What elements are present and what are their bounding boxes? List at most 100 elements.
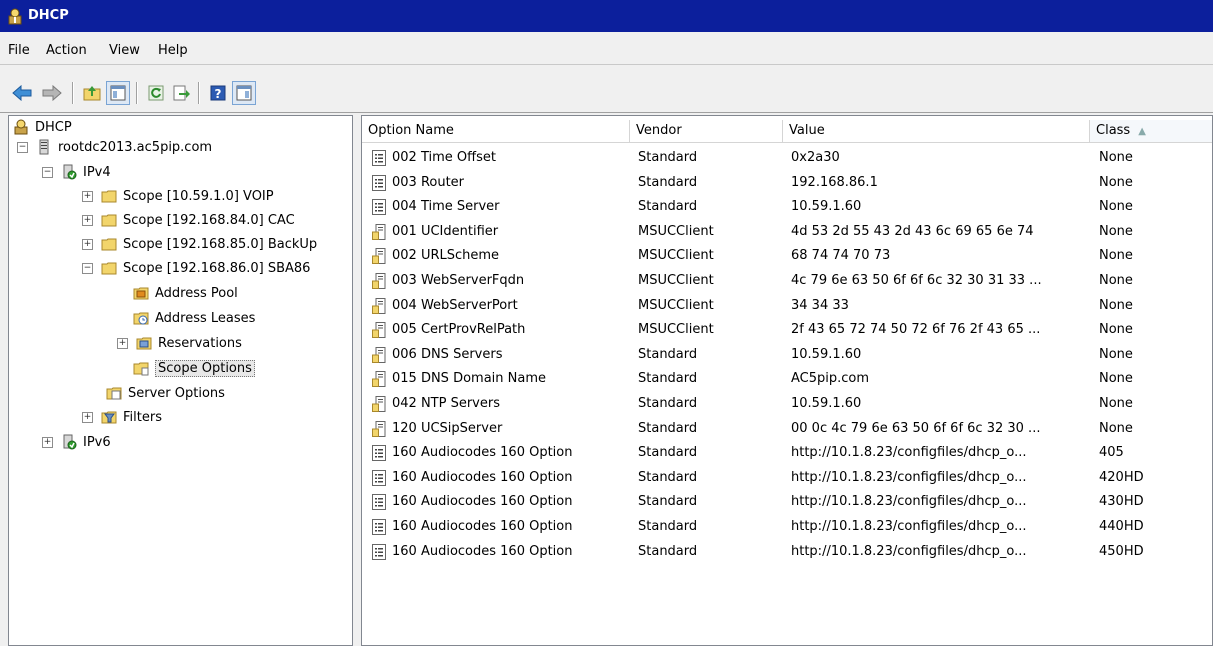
list-row[interactable]: 001 UCIdentifier MSUCClient 4d 53 2d 55 43… bbox=[362, 220, 1212, 244]
tree-item-reservations[interactable]: + Reservations bbox=[117, 332, 242, 354]
expand-icon[interactable]: + bbox=[82, 238, 93, 250]
cell-vendor: Standard bbox=[638, 420, 698, 436]
cell-class: 405 bbox=[1099, 445, 1124, 461]
list-row[interactable]: 005 CertProvRelPath MSUCClient 2f 43 65 72… bbox=[362, 318, 1212, 342]
column-header-value[interactable]: Value bbox=[783, 120, 1090, 142]
expand-icon[interactable]: + bbox=[42, 436, 53, 448]
tree-label: IPv4 bbox=[83, 164, 111, 180]
show-hide-tree-icon[interactable] bbox=[106, 81, 130, 105]
dhcp-icon bbox=[14, 119, 28, 135]
list-row[interactable]: 160 Audiocodes 160 Option Standard http://… bbox=[362, 490, 1212, 514]
show-hide-action-pane-icon[interactable] bbox=[232, 81, 256, 105]
cell-class: 440HD bbox=[1099, 519, 1144, 534]
column-header-class[interactable]: Class ▲ bbox=[1090, 120, 1212, 142]
collapse-icon[interactable]: − bbox=[42, 166, 53, 178]
column-header-option-name[interactable]: Option Name bbox=[362, 120, 630, 142]
list-row[interactable]: 160 Audiocodes 160 Option Standard http://… bbox=[362, 515, 1212, 539]
list-row[interactable]: 120 UCSipServer Standard 00 0c 4c 79 6e 63… bbox=[362, 417, 1212, 441]
tree-item-scope[interactable]: + Scope [10.59.1.0] VOIP bbox=[82, 185, 274, 207]
expand-icon[interactable]: + bbox=[117, 337, 128, 349]
forward-icon[interactable] bbox=[40, 81, 64, 105]
list-row[interactable]: 004 WebServerPort MSUCClient 34 34 33 None bbox=[362, 294, 1212, 318]
cell-class: None bbox=[1099, 346, 1133, 362]
help-icon[interactable]: ? bbox=[206, 81, 230, 105]
column-header-vendor[interactable]: Vendor bbox=[630, 120, 783, 142]
dhcp-window: DHCP File Action View Help ? DHCP − root… bbox=[0, 0, 1213, 646]
expand-icon[interactable]: + bbox=[82, 214, 93, 226]
menu-file[interactable]: File bbox=[8, 43, 30, 58]
tree-item-scope[interactable]: + Scope [192.168.84.0] CAC bbox=[82, 209, 295, 231]
export-list-icon[interactable] bbox=[170, 81, 194, 105]
tree-label: Filters bbox=[123, 409, 162, 425]
cell-class: None bbox=[1099, 322, 1133, 338]
cell-vendor: Standard bbox=[638, 346, 698, 362]
list-row[interactable]: 002 Time Offset Standard 0x2a30 None bbox=[362, 146, 1212, 170]
up-folder-icon[interactable] bbox=[80, 81, 104, 105]
expand-icon[interactable]: + bbox=[82, 411, 93, 423]
collapse-icon[interactable]: − bbox=[17, 141, 28, 153]
tree-item-ipv6[interactable]: + IPv6 bbox=[42, 431, 111, 453]
cell-vendor: Standard bbox=[638, 469, 698, 485]
cell-value: http://10.1.8.23/configfiles/dhcp_o... bbox=[791, 543, 1027, 559]
options-list[interactable]: Option Name Vendor Value Class ▲ 002 Time… bbox=[361, 115, 1213, 646]
cell-class: None bbox=[1099, 248, 1133, 264]
cell-option-name: 002 Time Offset bbox=[392, 150, 496, 165]
list-header: Option Name Vendor Value Class ▲ bbox=[362, 120, 1212, 143]
tree-label: Server Options bbox=[128, 385, 225, 401]
option-icon bbox=[372, 174, 386, 191]
pane-splitter[interactable] bbox=[353, 115, 361, 646]
cell-class: None bbox=[1099, 396, 1133, 411]
option-icon bbox=[372, 150, 386, 166]
scope-option-icon bbox=[372, 346, 386, 363]
option-icon bbox=[372, 494, 386, 511]
option-icon bbox=[372, 199, 386, 216]
collapse-icon[interactable]: − bbox=[82, 262, 93, 274]
server-options-icon bbox=[106, 387, 122, 400]
tree-item-scope[interactable]: + Scope [192.168.85.0] BackUp bbox=[82, 233, 317, 255]
tree-item-ipv4[interactable]: − IPv4 bbox=[42, 161, 111, 183]
tree-item-dhcp[interactable]: DHCP bbox=[13, 116, 72, 138]
back-icon[interactable] bbox=[10, 81, 34, 105]
tree-label-selected: Scope Options bbox=[155, 359, 255, 377]
ipv6-icon bbox=[63, 434, 77, 450]
tree-label: Reservations bbox=[158, 335, 242, 351]
cell-option-name: 003 WebServerFqdn bbox=[392, 273, 525, 288]
cell-option-name: 015 DNS Domain Name bbox=[392, 371, 546, 387]
cell-vendor: Standard bbox=[638, 494, 698, 510]
menu-action[interactable]: Action bbox=[46, 43, 87, 58]
list-row[interactable]: 003 WebServerFqdn MSUCClient 4c 79 6e 63 5… bbox=[362, 269, 1212, 293]
cell-value: http://10.1.8.23/configfiles/dhcp_o... bbox=[791, 494, 1027, 510]
tree-item-scope[interactable]: − Scope [192.168.86.0] SBA86 bbox=[82, 257, 310, 279]
cell-value: 192.168.86.1 bbox=[791, 174, 878, 190]
list-row[interactable]: 042 NTP Servers Standard 10.59.1.60 None bbox=[362, 392, 1212, 416]
list-row[interactable]: 006 DNS Servers Standard 10.59.1.60 None bbox=[362, 343, 1212, 367]
tree-item-scope-options[interactable]: Scope Options bbox=[133, 357, 255, 379]
cell-class: None bbox=[1099, 420, 1133, 436]
refresh-icon[interactable] bbox=[144, 81, 168, 105]
title-bar[interactable]: DHCP bbox=[0, 0, 1213, 32]
address-leases-icon bbox=[133, 312, 149, 325]
tree-item-address-leases[interactable]: Address Leases bbox=[133, 307, 255, 329]
tree-item-address-pool[interactable]: Address Pool bbox=[133, 282, 238, 304]
cell-vendor: Standard bbox=[638, 445, 698, 461]
expand-icon[interactable]: + bbox=[82, 190, 93, 202]
list-row[interactable]: 160 Audiocodes 160 Option Standard http://… bbox=[362, 441, 1212, 465]
list-row[interactable]: 160 Audiocodes 160 Option Standard http://… bbox=[362, 540, 1212, 564]
tree-item-server-options[interactable]: Server Options bbox=[106, 382, 225, 404]
cell-class: None bbox=[1099, 199, 1133, 215]
list-row[interactable]: 160 Audiocodes 160 Option Standard http://… bbox=[362, 466, 1212, 490]
list-row[interactable]: 015 DNS Domain Name Standard AC5pip.com Non… bbox=[362, 367, 1212, 391]
list-row[interactable]: 004 Time Server Standard 10.59.1.60 None bbox=[362, 195, 1212, 219]
menu-view[interactable]: View bbox=[109, 43, 140, 58]
tree-item-filters[interactable]: + Filters bbox=[82, 406, 162, 428]
tree-item-server[interactable]: − rootdc2013.ac5pip.com bbox=[17, 136, 212, 158]
cell-value: 4c 79 6e 63 50 6f 6f 6c 32 30 31 33 ... bbox=[791, 273, 1042, 288]
folder-icon bbox=[101, 190, 117, 203]
list-row[interactable]: 002 URLScheme MSUCClient 68 74 74 70 73 Non… bbox=[362, 244, 1212, 268]
menu-help[interactable]: Help bbox=[158, 43, 188, 58]
console-tree[interactable]: DHCP − rootdc2013.ac5pip.com − IPv4 + Sc… bbox=[8, 115, 353, 646]
list-row[interactable]: 003 Router Standard 192.168.86.1 None bbox=[362, 171, 1212, 195]
folder-icon bbox=[101, 238, 117, 251]
cell-class: None bbox=[1099, 297, 1133, 313]
tree-label: Address Leases bbox=[155, 310, 256, 326]
